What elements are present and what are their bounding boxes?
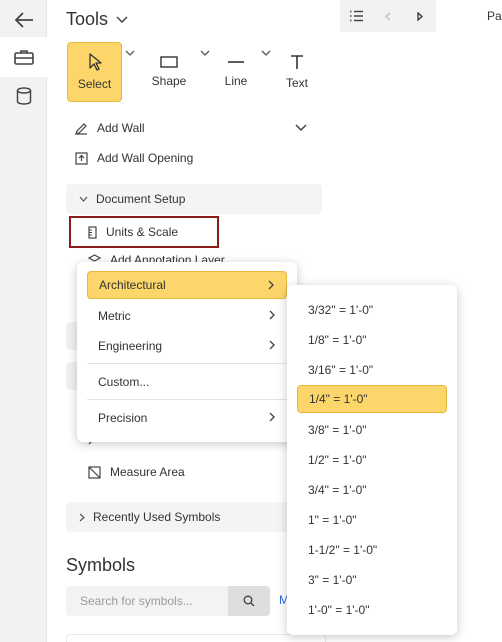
wall-pencil-icon — [75, 122, 87, 135]
select-tool-label: Select — [77, 77, 112, 91]
text-tool-label: Text — [285, 76, 308, 90]
database-icon — [16, 87, 31, 105]
scale-option[interactable]: 3/8" = 1'-0" — [297, 416, 447, 444]
menu-item-engineering[interactable]: Engineering — [87, 332, 287, 360]
previous-page-button[interactable] — [372, 0, 404, 32]
chevron-right-icon — [269, 310, 275, 320]
shape-tool-button[interactable]: Shape — [145, 42, 193, 102]
chevron-right-icon — [268, 280, 274, 290]
wall-opening-icon — [75, 151, 88, 165]
outline-button[interactable] — [340, 0, 372, 32]
recently-used-symbols-label: Recently Used Symbols — [93, 510, 221, 524]
recently-used-symbols-header[interactable]: Recently Used Symbols — [66, 502, 322, 532]
add-wall-item[interactable]: Add Wall — [75, 116, 145, 140]
tools-title[interactable]: Tools — [66, 9, 128, 30]
app-root: Tools Select Shape Line Text Add Wall Ad… — [0, 0, 502, 642]
search-button[interactable] — [228, 586, 270, 616]
architectural-scales-menu: 3/32" = 1'-0" 1/8" = 1'-0" 3/16" = 1'-0"… — [287, 285, 457, 635]
symbol-search-input[interactable] — [66, 586, 228, 616]
add-wall-label: Add Wall — [97, 121, 145, 135]
cursor-icon — [88, 53, 102, 71]
scale-option[interactable]: 3" = 1'-0" — [297, 566, 447, 594]
arrow-left-icon — [14, 12, 33, 28]
scale-option[interactable]: 1/8" = 1'-0" — [297, 326, 447, 354]
text-tool-button[interactable]: Text — [279, 42, 315, 102]
scale-option[interactable]: 1" = 1'-0" — [297, 506, 447, 534]
rectangle-icon — [160, 56, 178, 68]
data-tab[interactable] — [0, 76, 47, 116]
list-icon — [349, 10, 363, 22]
select-chevron-icon[interactable] — [125, 50, 135, 57]
toolbox-tab[interactable] — [0, 37, 47, 77]
symbol-search — [66, 586, 270, 616]
canvas-toolbar — [340, 0, 436, 32]
symbols-list-top — [66, 634, 326, 642]
briefcase-icon — [13, 50, 34, 65]
menu-item-engineering-label: Engineering — [98, 339, 163, 353]
menu-item-precision[interactable]: Precision — [87, 404, 287, 432]
symbols-title: Symbols — [66, 555, 136, 575]
line-tool-button[interactable]: Line — [215, 42, 257, 102]
add-wall-opening-label: Add Wall Opening — [97, 151, 194, 165]
left-rail — [0, 0, 47, 642]
line-tool-label: Line — [224, 74, 248, 88]
menu-item-architectural[interactable]: Architectural — [87, 271, 287, 299]
menu-divider — [87, 363, 287, 364]
menu-item-precision-label: Precision — [98, 411, 148, 425]
line-chevron-icon[interactable] — [261, 50, 271, 57]
text-t-icon — [291, 55, 303, 69]
menu-item-metric[interactable]: Metric — [87, 302, 287, 330]
menu-divider — [87, 399, 287, 400]
chevron-right-small-icon — [79, 513, 85, 521]
search-icon — [243, 595, 255, 607]
document-setup-label: Document Setup — [96, 192, 186, 206]
triangle-left-icon — [385, 12, 391, 20]
chevron-down-small-icon — [79, 196, 88, 202]
add-wall-opening-item[interactable]: Add Wall Opening — [75, 146, 193, 170]
document-setup-header[interactable]: Document Setup — [66, 184, 322, 214]
measure-area-label: Measure Area — [110, 465, 185, 479]
units-scale-highlight — [69, 216, 219, 248]
scale-option[interactable]: 3/32" = 1'-0" — [297, 296, 447, 324]
measure-area-icon — [88, 465, 101, 479]
shape-chevron-icon[interactable] — [200, 50, 210, 57]
next-page-button[interactable] — [404, 0, 436, 32]
menu-item-metric-label: Metric — [98, 309, 131, 323]
add-wall-chevron-icon[interactable] — [295, 124, 307, 132]
scale-option-selected[interactable]: 1/4" = 1'-0" — [297, 385, 447, 413]
scale-option[interactable]: 1-1/2" = 1'-0" — [297, 536, 447, 564]
triangle-right-icon — [417, 11, 423, 21]
page-label: Pa — [487, 9, 502, 23]
chevron-down-icon — [116, 15, 128, 23]
tools-title-text: Tools — [66, 9, 109, 29]
units-menu: Architectural Metric Engineering Custom.… — [77, 262, 297, 442]
measure-area-item[interactable]: Measure Area — [88, 460, 185, 484]
menu-item-custom[interactable]: Custom... — [87, 368, 287, 396]
chevron-right-icon — [269, 340, 275, 350]
scale-option[interactable]: 1/2" = 1'-0" — [297, 446, 447, 474]
shape-tool-label: Shape — [151, 74, 187, 88]
menu-item-custom-label: Custom... — [98, 375, 150, 389]
scale-option[interactable]: 3/16" = 1'-0" — [297, 356, 447, 384]
select-tool-button[interactable]: Select — [67, 42, 122, 102]
menu-item-architectural-label: Architectural — [99, 278, 166, 292]
chevron-right-icon — [269, 412, 275, 422]
back-button[interactable] — [0, 0, 47, 40]
scale-option[interactable]: 3/4" = 1'-0" — [297, 476, 447, 504]
line-icon — [228, 61, 244, 63]
scale-option[interactable]: 1'-0" = 1'-0" — [297, 596, 447, 624]
